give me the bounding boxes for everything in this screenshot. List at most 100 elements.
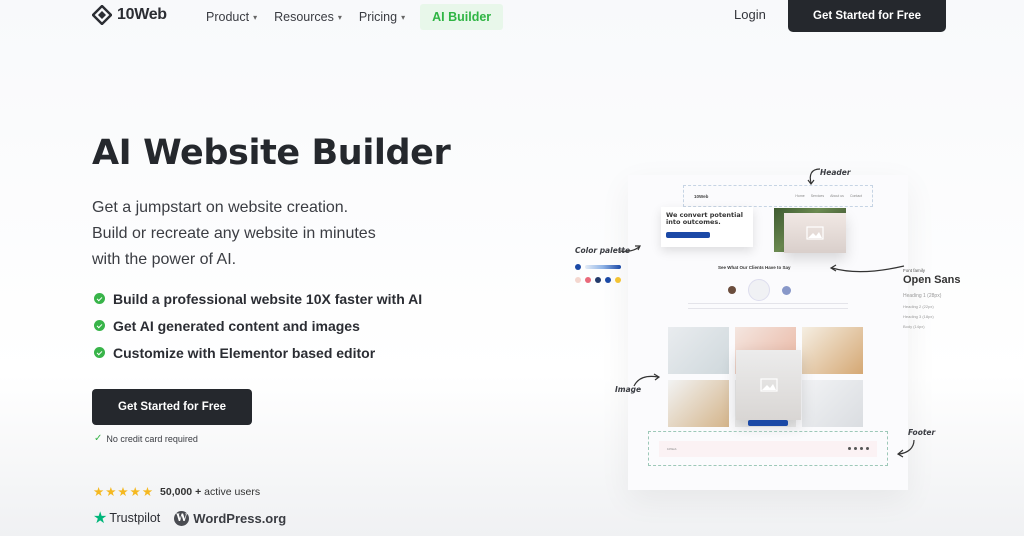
login-link[interactable]: Login — [734, 7, 766, 22]
palette-swatch — [575, 277, 581, 283]
feature-text: Build a professional website 10X faster … — [113, 290, 423, 307]
image-placeholder — [736, 350, 801, 420]
arrow-icon — [896, 439, 915, 458]
nav-item-label: Resources — [274, 10, 334, 24]
10web-logo-icon — [92, 5, 112, 25]
subtitle-line: Get a jumpstart on website creation. — [92, 199, 349, 216]
user-count: 50,000 + — [160, 485, 202, 498]
social-icons — [848, 447, 869, 450]
font-sample: Heading 3 (18px) — [903, 314, 934, 319]
feature-text: Get AI generated content and images — [113, 317, 360, 334]
social-icon — [848, 447, 851, 450]
avatar — [748, 279, 770, 301]
annotation-footer: Footer — [908, 428, 936, 437]
nav-item-resources[interactable]: Resources ▾ — [274, 5, 342, 29]
mockup-menu-item: Services — [810, 194, 825, 198]
mockup-testimonials-title: See What Our Clients Have to Say — [718, 265, 791, 270]
mockup-hero-card-button — [666, 232, 710, 238]
page: 10Web Product ▾ Resources ▾ Pricing ▾ AI… — [0, 0, 1024, 536]
feature-text: Customize with Elementor based editor — [113, 344, 376, 361]
user-label: active users — [204, 485, 261, 498]
palette-swatch — [575, 264, 581, 270]
font-name: Open Sans — [903, 274, 961, 286]
image-icon — [759, 378, 778, 392]
check-circle-icon — [94, 293, 105, 304]
image-placeholder — [784, 213, 846, 253]
trustpilot-badge[interactable]: ★ Trustpilot — [93, 508, 160, 528]
feature-item: Get AI generated content and images — [94, 312, 422, 339]
trustpilot-star-icon: ★ — [93, 510, 108, 527]
palette-row — [575, 264, 621, 270]
mockup-brand: 10Web — [694, 193, 709, 199]
mockup-menu-item: About us — [830, 194, 844, 198]
social-icon — [860, 447, 863, 450]
mockup-footer-bar: 10Web — [659, 440, 877, 457]
logo-text: 10Web — [117, 6, 167, 23]
trust-badges: ★ Trustpilot W WordPress.org — [93, 508, 286, 528]
website-mockup: 10Web Home Services About us Contact We … — [628, 175, 908, 490]
wordpress-icon: W — [174, 510, 190, 526]
arrow-icon — [807, 168, 821, 185]
mockup-menu-item: Contact — [849, 194, 862, 198]
font-label: Font family — [903, 268, 926, 273]
palette-swatch — [595, 277, 601, 283]
mockup-header: 10Web Home Services About us Contact — [683, 185, 873, 207]
top-nav: 10Web Product ▾ Resources ▾ Pricing ▾ AI… — [0, 0, 1024, 32]
mockup-menu-item: Home — [795, 194, 805, 198]
subtitle-line: with the power of AI. — [92, 251, 237, 268]
check-circle-icon — [94, 347, 105, 358]
page-title: AI Website Builder — [92, 133, 451, 173]
color-palette — [575, 264, 621, 290]
nav-links: Product ▾ Resources ▾ Pricing ▾ AI Build… — [206, 4, 504, 30]
palette-gradient — [585, 265, 621, 269]
nav-item-pricing[interactable]: Pricing ▾ — [359, 5, 405, 29]
no-credit-card-text: No credit card required — [106, 433, 198, 444]
font-sample: Heading 2 (22px) — [903, 304, 934, 309]
avatar — [782, 285, 791, 295]
check-circle-icon — [94, 320, 105, 331]
arrow-icon — [633, 373, 661, 387]
grid-image — [668, 380, 729, 427]
trustpilot-label: Trustpilot — [109, 511, 161, 525]
arrow-icon — [829, 264, 905, 273]
mockup-footer-brand: 10Web — [667, 446, 677, 451]
hero-subtitle: Get a jumpstart on website creation. Bui… — [92, 195, 376, 273]
grid-image — [802, 380, 863, 427]
avatar — [728, 286, 736, 294]
font-sample: Heading 1 (28px) — [903, 293, 942, 299]
nav-item-ai-builder[interactable]: AI Builder — [420, 4, 504, 30]
feature-item: Build a professional website 10X faster … — [94, 285, 422, 312]
wordpress-badge[interactable]: W WordPress.org — [174, 510, 287, 526]
font-sample: Body (14px) — [903, 324, 925, 329]
mockup-hero-card: We convert potential into outcomes. — [661, 207, 753, 247]
get-started-button[interactable]: Get Started for Free — [92, 389, 252, 425]
palette-row — [575, 277, 621, 283]
mockup-testimonial-text — [688, 303, 848, 309]
active-users: 50,000 + active users — [160, 486, 260, 498]
logo[interactable]: 10Web — [92, 5, 167, 25]
star-rating-icon: ★★★★★ — [93, 485, 155, 499]
palette-swatch — [605, 277, 611, 283]
rating: ★★★★★ 50,000 + active users — [93, 484, 260, 499]
grid-image — [802, 327, 863, 374]
nav-item-product[interactable]: Product ▾ — [206, 5, 257, 29]
nav-item-label: Product — [206, 10, 250, 24]
palette-swatch — [585, 277, 591, 283]
nav-get-started-button[interactable]: Get Started for Free — [788, 0, 946, 32]
subtitle-line: Build or recreate any website in minutes — [92, 225, 376, 242]
chevron-down-icon: ▾ — [337, 12, 342, 22]
mockup-menu: Home Services About us Contact — [795, 194, 862, 198]
mockup-avatars — [728, 279, 791, 301]
wordpress-label: WordPress.org — [193, 510, 287, 526]
social-icon — [854, 447, 857, 450]
feature-list: Build a professional website 10X faster … — [94, 285, 422, 366]
font-panel: Font family Open Sans Heading 1 (28px) H… — [903, 268, 960, 329]
mockup-button — [748, 420, 788, 426]
palette-swatch — [615, 277, 621, 283]
chevron-down-icon: ▾ — [401, 12, 406, 22]
nav-item-label: Pricing — [358, 10, 398, 24]
social-icon — [866, 447, 869, 450]
no-credit-card-note: ✓ No credit card required — [94, 433, 198, 444]
arrow-icon — [619, 245, 641, 252]
mockup-hero-card-title: We convert potential into outcomes. — [666, 211, 743, 226]
